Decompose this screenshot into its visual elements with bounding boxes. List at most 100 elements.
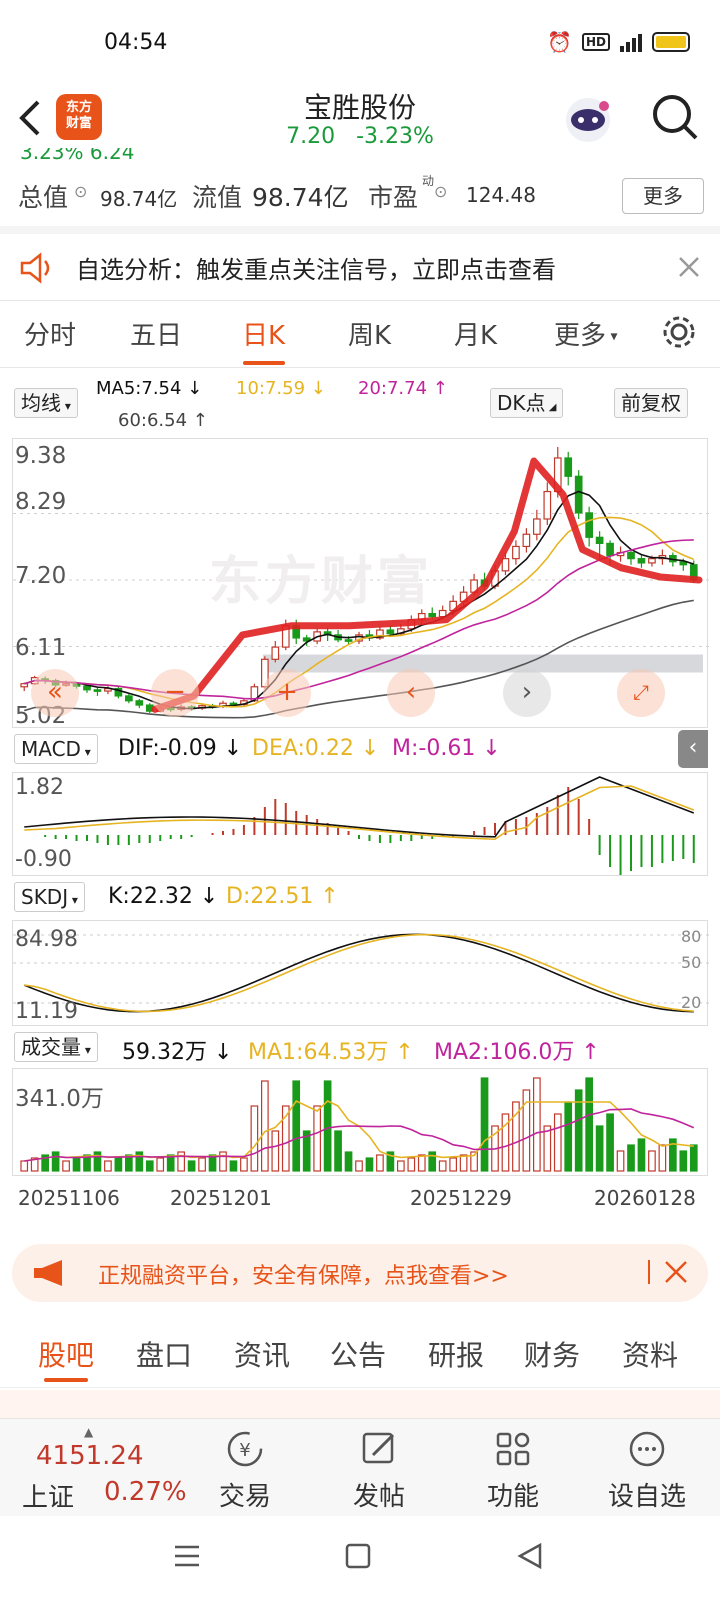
index-change: 0.27% <box>104 1477 187 1507</box>
status-time: 04:54 <box>104 30 168 55</box>
kline-panel[interactable]: 东方财富 9.38 8.29 7.20 6.11 5.02 « − + ‹ › … <box>12 438 709 729</box>
macd-selector[interactable]: MACD ▾ <box>14 734 98 764</box>
more-stats-button[interactable]: 更多 <box>622 178 704 214</box>
tab-pankou[interactable]: 盘口 <box>136 1334 192 1374</box>
banner-divider <box>648 1260 650 1284</box>
info-icon[interactable]: ⊙ <box>74 182 87 201</box>
tab-yuek[interactable]: 月K <box>454 315 497 352</box>
menu-icon[interactable] <box>172 1542 202 1570</box>
shiying-sup: 动 <box>422 174 435 188</box>
tab-more-label: 更多 <box>554 321 607 351</box>
date-label: 20251106 <box>18 1186 120 1210</box>
k-line <box>23 933 694 1013</box>
back-triangle-icon[interactable] <box>516 1542 544 1570</box>
signal-icon <box>620 32 642 52</box>
tab-guba[interactable]: 股吧 <box>38 1334 94 1374</box>
ytick-label: 9.38 <box>15 443 67 469</box>
tab-zhouk[interactable]: 周K <box>348 315 391 352</box>
volume-bar <box>104 1160 112 1172</box>
kdj-top-label: 84.98 <box>15 927 78 952</box>
skdj-panel[interactable]: 84.98 11.19 80 50 20 <box>12 920 709 1026</box>
ytick-label: 8.29 <box>15 489 67 515</box>
caret-down-icon: ▾ <box>80 745 91 759</box>
search-icon[interactable] <box>650 92 700 142</box>
candle-body <box>438 609 447 618</box>
fullscreen-icon[interactable]: ⤢ <box>617 669 665 717</box>
close-icon[interactable] <box>664 1260 688 1284</box>
edit-icon <box>362 1432 395 1464</box>
double-left-icon[interactable]: « <box>31 669 79 717</box>
status-icons: ⏰ HD <box>547 30 690 54</box>
volume-bar <box>62 1160 70 1172</box>
robot-assistant-icon[interactable] <box>560 90 616 146</box>
volume-bar <box>606 1113 614 1172</box>
promo-banner[interactable]: 正规融资平台，安全有保障，点我查看>> <box>12 1244 708 1302</box>
skdj-d: D:22.51 ↑ <box>226 884 339 909</box>
candle-body <box>344 639 353 642</box>
fuquan-selector[interactable]: 前复权 <box>614 388 688 418</box>
tab-yanbao[interactable]: 研报 <box>428 1334 484 1374</box>
tab-wuri[interactable]: 五日 <box>130 315 182 352</box>
macd-selector-label: MACD <box>21 737 81 761</box>
candle-body <box>533 518 541 535</box>
system-nav-bar <box>0 1516 720 1600</box>
caret-up-icon: ▲ <box>84 1425 94 1439</box>
dk-point-selector[interactable]: DK点 ◢ <box>490 388 564 418</box>
volume-selector[interactable]: 成交量 ▾ <box>14 1032 98 1062</box>
yen-coin-icon: ¥ <box>227 1431 263 1467</box>
close-icon[interactable] <box>678 256 700 278</box>
tab-zixun[interactable]: 资讯 <box>234 1334 290 1374</box>
notice-bar[interactable]: 自选分析：触发重点关注信号，立即点击查看 <box>0 226 720 298</box>
candle-body <box>606 542 614 557</box>
chevron-left-icon[interactable]: ‹ <box>387 669 435 717</box>
functions-button[interactable]: 功能 <box>468 1429 558 1513</box>
volume-bar <box>564 1101 573 1172</box>
date-label: 20260128 <box>594 1186 696 1210</box>
home-square-icon[interactable] <box>344 1542 372 1570</box>
tab-rik[interactable]: 日K <box>242 315 285 352</box>
info-icon[interactable]: ⊙ <box>434 182 447 201</box>
add-watchlist-button[interactable]: 设自选 <box>602 1429 692 1513</box>
volume-bar <box>271 1130 280 1172</box>
macd-dea: DEA:0.22 ↓ <box>252 736 380 761</box>
tab-caiwu[interactable]: 财务 <box>524 1334 580 1374</box>
content-tabs: 股吧 盘口 资讯 公告 研报 财务 资料 <box>0 1318 720 1388</box>
zoom-in-icon[interactable]: + <box>263 669 311 717</box>
shiying-label: 市盈 <box>368 183 419 212</box>
chart-tabs: 分时 五日 日K 周K 月K 更多 ▾ <box>0 300 720 368</box>
candle-body <box>512 545 520 560</box>
chevron-right-icon[interactable]: › <box>503 669 551 717</box>
volume-bar <box>323 1080 332 1172</box>
tab-fenshi[interactable]: 分时 <box>24 315 76 352</box>
gear-icon[interactable] <box>660 313 698 351</box>
zoom-out-icon[interactable]: − <box>151 669 199 717</box>
volume-bar <box>355 1160 363 1172</box>
volume-bar <box>480 1077 489 1172</box>
index-value[interactable]: 4151.24 <box>36 1441 144 1471</box>
volume-bar <box>72 1157 81 1172</box>
caret-down-icon: ▾ <box>61 399 71 413</box>
ma-selector[interactable]: 均线 ▾ <box>14 388 78 418</box>
volume-bar <box>261 1080 269 1172</box>
volume-bar <box>543 1125 552 1172</box>
tab-more[interactable]: 更多 ▾ <box>554 315 618 352</box>
collapse-panel-icon[interactable]: ‹ <box>678 730 708 768</box>
volume-bar <box>658 1144 667 1172</box>
candle-body <box>585 512 593 538</box>
watermark: 东方财富 <box>209 552 434 612</box>
tab-gonggao[interactable]: 公告 <box>330 1334 386 1374</box>
macd-panel[interactable]: 1.82 -0.90 <box>12 772 708 876</box>
caret-down-icon: ▾ <box>606 328 618 345</box>
banner-text: 正规融资平台，安全有保障，点我查看>> <box>98 1264 509 1289</box>
post-button[interactable]: 发帖 <box>334 1429 424 1513</box>
battery-icon <box>652 32 690 52</box>
megaphone-icon <box>34 1260 62 1286</box>
trade-button[interactable]: ¥ 交易 <box>200 1429 290 1513</box>
skdj-selector[interactable]: SKDJ ▾ <box>14 882 85 912</box>
shiying-value: 124.48 <box>466 183 536 207</box>
volume-panel[interactable]: 341.0万 <box>12 1068 708 1176</box>
volume-bar <box>648 1150 656 1172</box>
notice-text: 自选分析：触发重点关注信号，立即点击查看 <box>76 256 556 284</box>
tab-ziliao[interactable]: 资料 <box>622 1334 678 1374</box>
candle-body <box>20 683 29 688</box>
